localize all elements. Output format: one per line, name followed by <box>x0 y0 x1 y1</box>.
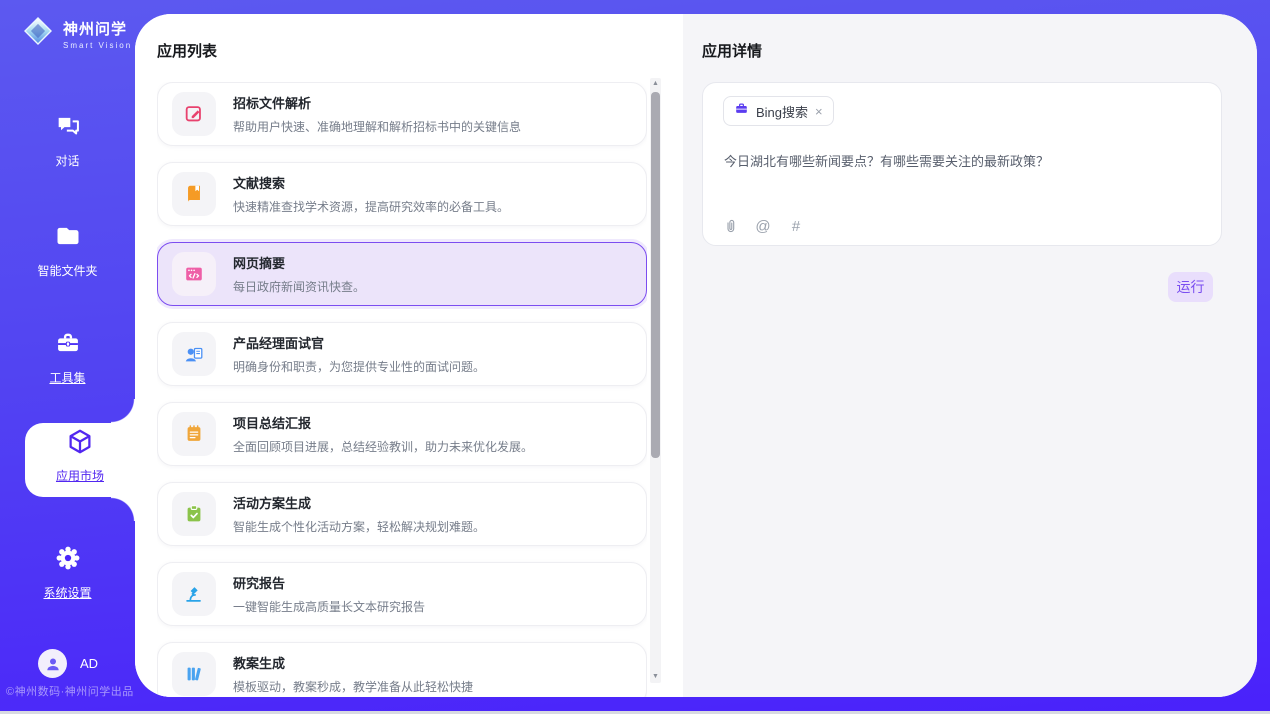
sidebar-item-toolbox[interactable]: 工具集 <box>0 329 135 386</box>
active-tab-fillet-bottom <box>111 497 135 521</box>
chat-icon <box>54 112 82 145</box>
app-item-title: 产品经理面试官 <box>233 333 485 352</box>
mention-icon[interactable]: @ <box>753 216 773 236</box>
app-item-desc: 快速精准查找学术资源，提高研究效率的必备工具。 <box>233 198 509 215</box>
tool-chip-bing-search[interactable]: Bing搜索 × <box>723 96 834 126</box>
sidebar-item-label: 智能文件夹 <box>37 262 97 279</box>
sidebar-item-settings[interactable]: 系统设置 <box>0 544 135 601</box>
brand-name: 神州问学 <box>63 18 132 39</box>
app-item-pm-interviewer[interactable]: 产品经理面试官 明确身份和职责，为您提供专业性的面试问题。 <box>157 322 647 386</box>
avatar <box>38 649 67 678</box>
sidebar-item-label: 工具集 <box>49 369 85 386</box>
microscope-icon <box>172 572 216 616</box>
scroll-down-icon[interactable]: ▼ <box>650 671 661 683</box>
toolbox-icon <box>54 329 82 362</box>
app-item-research-report[interactable]: 研究报告 一键智能生成高质量长文本研究报告 <box>157 562 647 626</box>
app-item-title: 教案生成 <box>233 653 473 672</box>
attachment-icon[interactable] <box>720 216 740 236</box>
brand-diamond-icon <box>20 13 56 54</box>
query-input[interactable]: 今日湖北有哪些新闻要点？有哪些需要关注的最新政策？ <box>724 152 1202 172</box>
app-item-title: 研究报告 <box>233 573 425 592</box>
clipboard-check-icon <box>172 492 216 536</box>
app-item-title: 文献搜索 <box>233 173 509 192</box>
app-item-lesson-plan[interactable]: 教案生成 模板驱动，教案秒成，教学准备从此轻松快捷 <box>157 642 647 697</box>
sidebar-item-label: 对话 <box>55 152 79 169</box>
sidebar: 神州问学 Smart Vision 对话 智能文件夹 <box>0 0 135 714</box>
app-list-title: 应用列表 <box>157 40 217 61</box>
app-item-desc: 帮助用户快速、准确地理解和解析招标书中的关键信息 <box>233 118 521 135</box>
app-item-desc: 每日政府新闻资讯快查。 <box>233 278 365 295</box>
app-item-desc: 全面回顾项目进展，总结经验教训，助力未来优化发展。 <box>233 438 533 455</box>
app-item-project-summary[interactable]: 项目总结汇报 全面回顾项目进展，总结经验教训，助力未来优化发展。 <box>157 402 647 466</box>
sidebar-item-label: 系统设置 <box>43 584 91 601</box>
app-list: 招标文件解析 帮助用户快速、准确地理解和解析招标书中的关键信息 文献搜索 快速精… <box>157 82 647 697</box>
app-item-web-summary[interactable]: 网页摘要 每日政府新闻资讯快查。 <box>157 242 647 306</box>
briefcase-icon <box>734 101 749 121</box>
app-item-title: 网页摘要 <box>233 253 365 272</box>
sidebar-item-chat[interactable]: 对话 <box>0 112 135 169</box>
chip-close-icon[interactable]: × <box>815 105 823 118</box>
gear-icon <box>54 544 82 577</box>
app-detail-title: 应用详情 <box>702 40 762 61</box>
notepad-icon <box>172 412 216 456</box>
scroll-up-icon[interactable]: ▲ <box>650 78 661 90</box>
book-icon <box>172 172 216 216</box>
books-icon <box>172 652 216 696</box>
web-code-icon <box>172 252 216 296</box>
app-item-desc: 一键智能生成高质量长文本研究报告 <box>233 598 425 615</box>
app-item-tender-parse[interactable]: 招标文件解析 帮助用户快速、准确地理解和解析招标书中的关键信息 <box>157 82 647 146</box>
app-detail-panel: 应用详情 Bing搜索 × 今日湖北有哪些新闻要点？有哪些需要关注的最新政策？ <box>683 14 1257 697</box>
tender-doc-icon <box>172 92 216 136</box>
app-item-title: 活动方案生成 <box>233 493 485 512</box>
sidebar-item-smart-folder[interactable]: 智能文件夹 <box>0 222 135 279</box>
user-name: AD <box>80 656 98 671</box>
hash-icon[interactable]: # <box>786 216 806 236</box>
input-toolbar: @ # <box>720 216 806 236</box>
tool-chip-label: Bing搜索 <box>756 102 808 121</box>
app-item-desc: 明确身份和职责，为您提供专业性的面试问题。 <box>233 358 485 375</box>
app-item-title: 项目总结汇报 <box>233 413 533 432</box>
sidebar-item-label: 应用市场 <box>56 467 104 484</box>
user-account[interactable]: AD <box>38 649 98 678</box>
app-item-title: 招标文件解析 <box>233 93 521 112</box>
brand-logo: 神州问学 Smart Vision <box>20 13 132 54</box>
prompt-card: Bing搜索 × 今日湖北有哪些新闻要点？有哪些需要关注的最新政策？ @ # <box>702 82 1222 246</box>
brand-subtitle: Smart Vision <box>63 41 132 50</box>
active-tab-fillet-top <box>111 399 135 423</box>
app-list-scrollbar[interactable]: ▲ ▼ <box>650 78 661 683</box>
scrollbar-thumb[interactable] <box>651 92 660 458</box>
sidebar-item-app-market[interactable]: 应用市场 <box>25 427 135 484</box>
app-list-panel: 应用列表 招标文件解析 帮助用户快速、准确地理解和解析招标书中的关键信息 <box>135 14 683 697</box>
copyright-footer: ©神州数码·神州问学出品 <box>6 683 134 699</box>
cube-icon <box>65 427 95 462</box>
run-button[interactable]: 运行 <box>1168 272 1213 302</box>
folder-icon <box>54 222 82 255</box>
interviewer-icon <box>172 332 216 376</box>
app-item-literature-search[interactable]: 文献搜索 快速精准查找学术资源，提高研究效率的必备工具。 <box>157 162 647 226</box>
app-item-desc: 模板驱动，教案秒成，教学准备从此轻松快捷 <box>233 678 473 695</box>
app-item-activity-plan[interactable]: 活动方案生成 智能生成个性化活动方案，轻松解决规划难题。 <box>157 482 647 546</box>
app-item-desc: 智能生成个性化活动方案，轻松解决规划难题。 <box>233 518 485 535</box>
main-content: 应用列表 招标文件解析 帮助用户快速、准确地理解和解析招标书中的关键信息 <box>135 14 1257 697</box>
